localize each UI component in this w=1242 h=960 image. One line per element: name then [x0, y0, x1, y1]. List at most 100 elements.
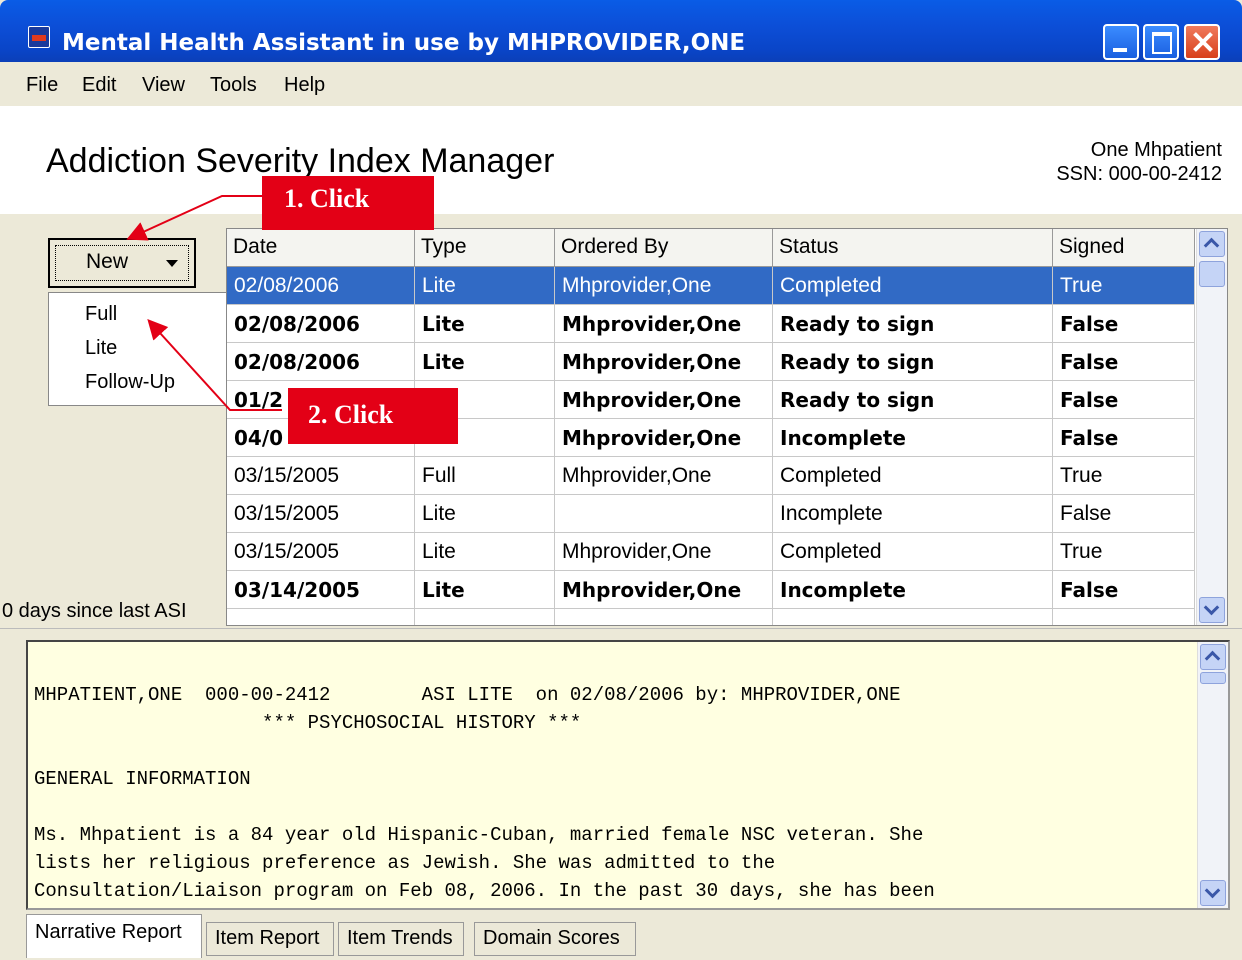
cell-status: Completed — [773, 267, 1053, 305]
cell-status: Incomplete — [773, 419, 1053, 457]
scroll-thumb[interactable] — [1200, 672, 1226, 684]
grid-scrollbar[interactable] — [1196, 229, 1227, 625]
report-line: lists her religious preference as Jewish… — [34, 852, 776, 874]
patient-info: One Mhpatient SSN: 000-00-2412 — [1056, 138, 1222, 186]
new-dropdown-menu: Full Lite Follow-Up — [48, 292, 230, 406]
scroll-down-button[interactable] — [1199, 597, 1225, 623]
cell-ordered-by: Mhprovider,One — [555, 419, 773, 457]
cell-ordered-by — [555, 609, 773, 625]
report-line: GENERAL INFORMATION — [34, 768, 251, 790]
tab-narrative-report[interactable]: Narrative Report — [26, 914, 202, 958]
maximize-button[interactable] — [1143, 24, 1179, 60]
cell-ordered-by: Mhprovider,One — [555, 343, 773, 381]
cell-signed: False — [1053, 571, 1195, 609]
cell-type: Lite — [415, 305, 555, 343]
close-button[interactable] — [1184, 24, 1220, 60]
tab-domain-scores[interactable]: Domain Scores — [474, 922, 636, 956]
table-row[interactable]: 03/15/2005 Lite Mhprovider,One Completed Tru… — [227, 533, 1195, 571]
cell-ordered-by: Mhprovider,One — [555, 267, 773, 305]
tab-item-trends[interactable]: Item Trends — [338, 922, 464, 956]
menu-view[interactable]: View — [142, 74, 185, 97]
chevron-down-icon — [166, 260, 178, 267]
cell-status: Incomplete — [773, 495, 1053, 533]
menu-edit[interactable]: Edit — [82, 74, 116, 97]
patient-name: One Mhpatient — [1090, 139, 1222, 161]
narrative-report[interactable]: MHPATIENT,ONE 000-00-2412 ASI LITE on 02… — [26, 640, 1230, 910]
column-header-ordered-by[interactable]: Ordered By — [555, 229, 773, 267]
table-row[interactable]: 03/14/2005 Lite Mhprovider,One Incomplete Fa… — [227, 571, 1195, 609]
cell-ordered-by: Mhprovider,One — [555, 381, 773, 419]
cell-type — [415, 609, 555, 625]
scroll-thumb[interactable] — [1199, 261, 1225, 287]
cell-signed: False — [1053, 419, 1195, 457]
cell-status: Incomplete — [773, 571, 1053, 609]
cell-status — [773, 609, 1053, 625]
menu-help[interactable]: Help — [284, 74, 325, 97]
report-tabs: Narrative Report Item Report Item Trends… — [26, 912, 1242, 960]
cell-signed: True — [1053, 457, 1195, 495]
cell-date — [227, 609, 415, 625]
title-bar: Mental Health Assistant in use by MHPROV… — [0, 0, 1242, 62]
table-row[interactable]: 02/08/2006 Lite Mhprovider,One Ready to sig… — [227, 305, 1195, 343]
menu-file[interactable]: File — [26, 74, 58, 97]
report-line: *** PSYCHOSOCIAL HISTORY *** — [34, 712, 582, 734]
scroll-down-button[interactable] — [1200, 880, 1226, 906]
column-header-date[interactable]: Date — [227, 229, 415, 267]
cell-signed: True — [1053, 267, 1195, 305]
table-row[interactable]: 02/08/2006 Lite Mhprovider,One Completed Tru… — [227, 267, 1195, 305]
callout-step-one: 1. Click — [262, 176, 434, 230]
cell-status: Ready to sign — [773, 381, 1053, 419]
cell-type: Lite — [415, 343, 555, 381]
days-since-label: 0 days since last ASI — [2, 600, 187, 622]
scroll-up-button[interactable] — [1199, 231, 1225, 257]
column-header-status[interactable]: Status — [773, 229, 1053, 267]
cell-status: Completed — [773, 533, 1053, 571]
scroll-up-button[interactable] — [1200, 644, 1226, 670]
cell-ordered-by: Mhprovider,One — [555, 305, 773, 343]
cell-date: 03/15/2005 — [227, 495, 415, 533]
header-panel: Addiction Severity Index Manager One Mhp… — [0, 106, 1242, 214]
cell-type: Full — [415, 457, 555, 495]
grid-header: Date Type Ordered By Status Signed — [227, 229, 1197, 267]
report-line: Consultation/Liaison program on Feb 08, … — [34, 880, 935, 902]
app-icon[interactable] — [28, 26, 50, 48]
menu-tools[interactable]: Tools — [210, 74, 257, 97]
cell-date: 02/08/2006 — [227, 305, 415, 343]
cell-ordered-by: Mhprovider,One — [555, 457, 773, 495]
cell-signed — [1053, 609, 1195, 625]
table-row[interactable] — [227, 609, 1195, 625]
report-line: MHPATIENT,ONE 000-00-2412 ASI LITE on 02… — [34, 684, 901, 706]
tab-item-report[interactable]: Item Report — [206, 922, 334, 956]
new-button[interactable]: New — [48, 238, 196, 288]
patient-ssn: SSN: 000-00-2412 — [1056, 163, 1222, 185]
table-row[interactable]: 03/15/2005 Lite Incomplete False — [227, 495, 1195, 533]
cell-ordered-by: Mhprovider,One — [555, 571, 773, 609]
cell-signed: False — [1053, 495, 1195, 533]
cell-signed: True — [1053, 533, 1195, 571]
cell-signed: False — [1053, 305, 1195, 343]
cell-date: 03/15/2005 — [227, 457, 415, 495]
new-button-label: New — [86, 250, 129, 273]
cell-ordered-by: Mhprovider,One — [555, 533, 773, 571]
cell-date: 03/14/2005 — [227, 571, 415, 609]
table-row[interactable]: 03/15/2005 Full Mhprovider,One Completed Tru… — [227, 457, 1195, 495]
report-scrollbar[interactable] — [1197, 642, 1228, 908]
cell-ordered-by — [555, 495, 773, 533]
menu-option-follow-up[interactable]: Follow-Up — [85, 371, 175, 394]
report-line: Ms. Mhpatient is a 84 year old Hispanic-… — [34, 824, 924, 846]
cell-type: Lite — [415, 267, 555, 305]
cell-signed: False — [1053, 343, 1195, 381]
window-title: Mental Health Assistant in use by MHPROV… — [62, 30, 746, 56]
menu-option-lite[interactable]: Lite — [85, 337, 117, 360]
column-header-type[interactable]: Type — [415, 229, 555, 267]
cell-type: Lite — [415, 533, 555, 571]
cell-date: 02/08/2006 — [227, 343, 415, 381]
minimize-button[interactable] — [1103, 24, 1139, 60]
column-header-signed[interactable]: Signed — [1053, 229, 1195, 267]
cell-date: 03/15/2005 — [227, 533, 415, 571]
menu-bar: File Edit View Tools Help — [0, 62, 1242, 106]
cell-status: Ready to sign — [773, 305, 1053, 343]
table-row[interactable]: 02/08/2006 Lite Mhprovider,One Ready to sig… — [227, 343, 1195, 381]
splitter[interactable] — [0, 628, 1242, 637]
menu-option-full[interactable]: Full — [85, 303, 117, 326]
